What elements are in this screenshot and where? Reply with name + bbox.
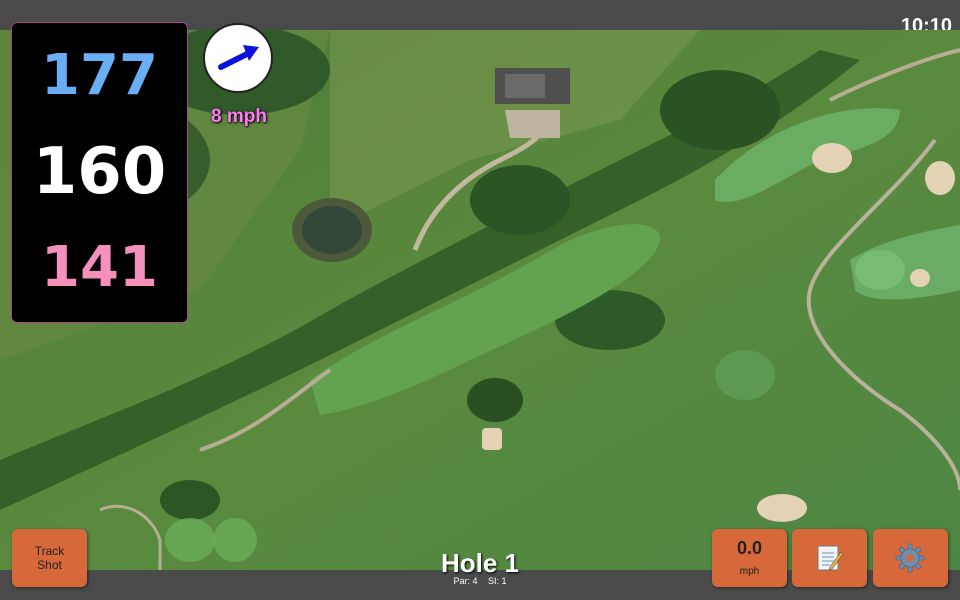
hole-par: Par: 4 — [453, 576, 478, 586]
speed-value: 0.0 — [736, 538, 763, 558]
back-yardage: 177 — [41, 43, 158, 108]
notes-button[interactable] — [792, 529, 867, 587]
wind-speed: 8 mph — [211, 106, 267, 127]
arrow-icon — [218, 45, 259, 70]
front-yardage: 141 — [41, 235, 158, 300]
speed-button[interactable]: 0.0 mph — [712, 529, 787, 587]
track-shot-label: Track Shot — [34, 544, 65, 572]
bunker — [812, 143, 852, 173]
middle-yardage: 160 — [32, 135, 167, 209]
settings-button[interactable] — [873, 529, 948, 587]
yardage-panel: 177 160 141 — [11, 22, 188, 323]
track-shot-button[interactable]: Track Shot — [12, 529, 87, 587]
wind-direction-dial — [203, 23, 273, 93]
notepad-icon — [817, 545, 844, 571]
speed-unit: mph — [739, 566, 760, 577]
gear-icon — [895, 543, 925, 573]
hole-si: SI: 1 — [488, 576, 507, 586]
hole-title: Hole 1 — [440, 548, 520, 578]
hole-info: Par: 4 SI: 1 — [380, 576, 580, 586]
